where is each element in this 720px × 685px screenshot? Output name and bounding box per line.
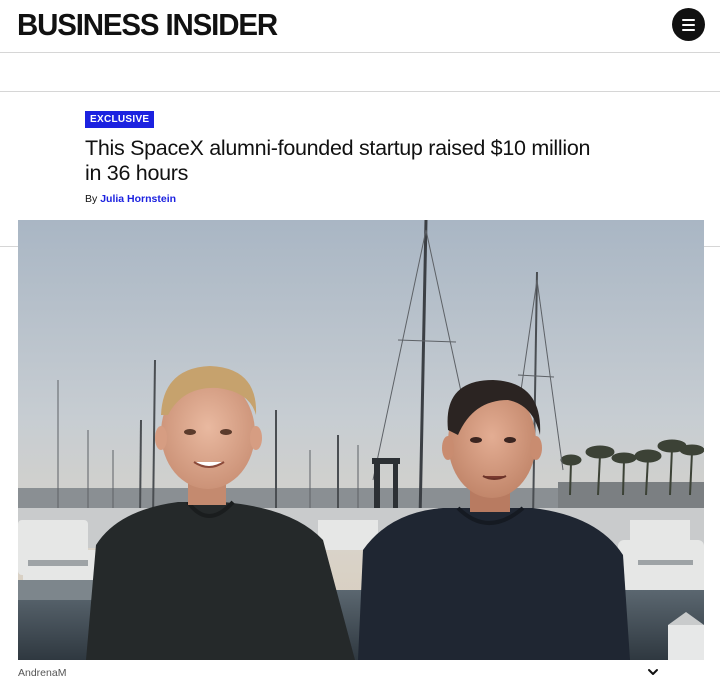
article-hero-image <box>18 220 704 660</box>
hamburger-menu-icon <box>682 18 695 21</box>
author-link[interactable]: Julia Hornstein <box>100 193 176 205</box>
caption-expand-button[interactable] <box>644 664 662 680</box>
byline-prefix: By <box>85 193 98 205</box>
menu-button[interactable] <box>672 8 705 41</box>
chevron-down-icon <box>648 669 658 675</box>
site-header: BUSINESS INSIDER <box>0 0 720 53</box>
business-insider-logo[interactable]: BUSINESS INSIDER <box>17 7 278 43</box>
byline: By Julia Hornstein <box>85 193 176 206</box>
article-headline: This SpaceX alumni-founded startup raise… <box>85 136 591 185</box>
exclusive-badge: EXCLUSIVE <box>85 111 155 128</box>
image-caption: AndrenaM <box>18 667 67 679</box>
ad-slot <box>0 53 720 92</box>
